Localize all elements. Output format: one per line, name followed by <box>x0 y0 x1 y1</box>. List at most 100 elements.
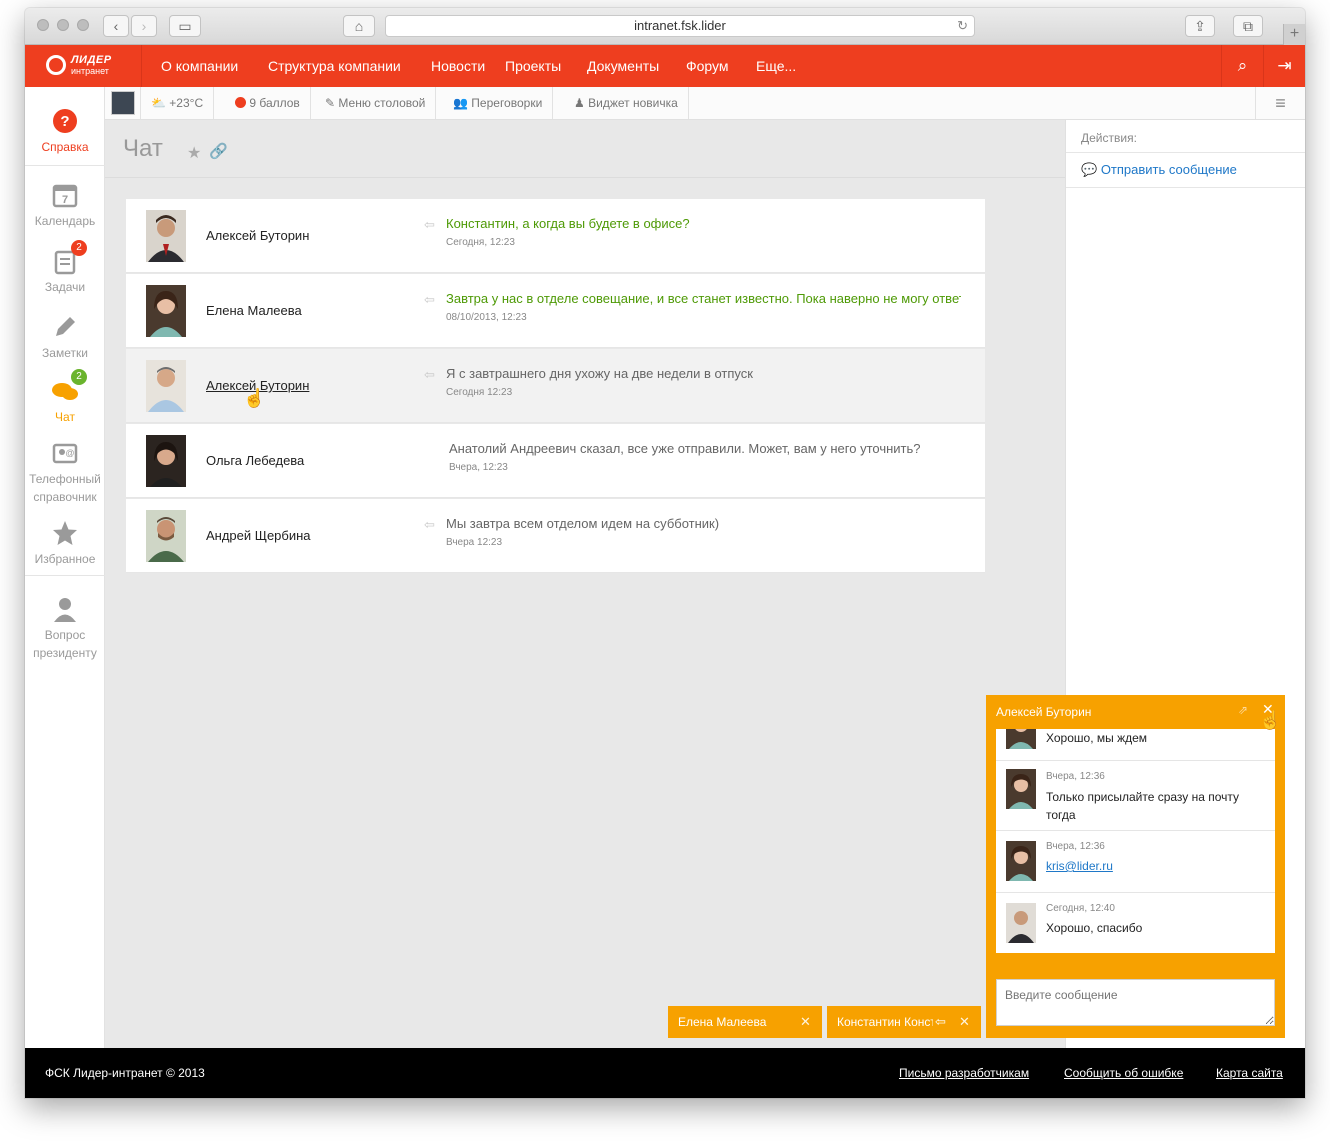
sidebar-item-label: Календарь <box>34 214 96 228</box>
star-icon <box>51 519 79 547</box>
window-minimize-dot[interactable] <box>57 19 69 31</box>
avatar <box>1006 769 1036 809</box>
home-icon[interactable]: ⌂ <box>343 15 375 37</box>
points-widget[interactable]: 9 баллов <box>225 87 311 119</box>
chat-row[interactable]: Андрей Щербина ⇦ Мы завтра всем отделом … <box>126 499 985 573</box>
close-icon[interactable]: ✕ <box>959 1006 970 1038</box>
send-message-link[interactable]: 💬 Отправить сообщение <box>1081 162 1237 178</box>
chat-row[interactable]: Алексей Буторин ⇦ Константин, а когда вы… <box>126 199 985 273</box>
sidebar-item-favorites[interactable]: Избранное <box>25 519 105 568</box>
nav-item-projects[interactable]: Проекты <box>505 58 561 74</box>
window-zoom-dot[interactable] <box>77 19 89 31</box>
page-title: Чат <box>123 135 163 162</box>
calendar-icon: 7 <box>51 181 79 209</box>
nav-item-structure[interactable]: Структура компании <box>268 58 401 74</box>
chat-message: Вчера, 12:36 kris@lider.ru <box>996 831 1275 893</box>
sidebar-item-label: Задачи <box>44 280 86 294</box>
popout-icon[interactable]: ⇗ <box>1238 703 1248 717</box>
user-avatar-widget[interactable] <box>105 87 141 119</box>
sidebar-item-label: Справка <box>41 140 89 154</box>
contact-name[interactable]: Ольга Лебедева <box>206 453 304 468</box>
message-preview: Константин, а когда вы будете в офисе? <box>446 216 690 231</box>
president-icon <box>51 595 79 623</box>
forward-icon[interactable]: › <box>131 15 157 37</box>
newbie-widget[interactable]: ♟ Виджет новичка <box>564 87 689 119</box>
sidebar-item-tasks[interactable]: 2 Задачи <box>25 240 105 296</box>
sidebar-item-help[interactable]: ? Справка <box>25 107 105 156</box>
canteen-menu-widget[interactable]: ✎ Меню столовой <box>315 87 437 119</box>
tasks-count-badge: 2 <box>71 240 87 256</box>
sidebar-item-notes[interactable]: Заметки <box>25 313 105 362</box>
contact-name[interactable]: Андрей Щербина <box>206 528 311 543</box>
footer-link-report-bug[interactable]: Сообщить об ошибке <box>1064 1066 1183 1080</box>
chat-row[interactable]: Ольга Лебедева Анатолий Андреевич сказал… <box>126 424 985 498</box>
menu-hamburger-icon[interactable]: ≡ <box>1255 87 1305 119</box>
sidebar-item-label: Избранное <box>34 552 96 566</box>
contact-name[interactable]: Алексей Буторин <box>206 228 309 243</box>
share-icon[interactable]: ⇪ <box>1185 15 1215 37</box>
message-time: Сегодня, 12:23 <box>446 237 515 248</box>
reply-arrow-icon: ⇦ <box>424 367 435 382</box>
nav-item-news[interactable]: Новости <box>431 58 485 74</box>
divider <box>25 165 105 166</box>
chat-messages: Хорошо, мы ждем Вчера, 12:36 Только прис… <box>996 729 1275 953</box>
sidebar-item-calendar[interactable]: 7 Календарь <box>25 181 105 230</box>
send-message-label: Отправить сообщение <box>1100 162 1237 177</box>
footer-link-developers[interactable]: Письмо разработчикам <box>899 1066 1029 1080</box>
logo-mark-icon <box>46 55 66 75</box>
svg-text:?: ? <box>60 113 69 130</box>
chat-message: Хорошо, мы ждем <box>996 729 1275 761</box>
chat-window: Алексей Буторин ⇗ ✕ Хорошо, мы ждем Вчер… <box>986 695 1285 1038</box>
contact-name[interactable]: Елена Малеева <box>206 303 302 318</box>
chat-tab[interactable]: Константин Константинович ⇦ ✕ <box>827 1006 981 1038</box>
chat-row[interactable]: Елена Малеева ⇦ Завтра у нас в отделе со… <box>126 274 985 348</box>
nav-item-more[interactable]: Еще... <box>756 58 796 74</box>
weather-widget[interactable]: ⛅ +23°C <box>141 87 215 119</box>
chat-row[interactable]: Алексей Буторин ⇦ Я с завтрашнего дня ух… <box>126 349 985 423</box>
back-icon[interactable]: ‹ <box>103 15 129 37</box>
nav-item-documents[interactable]: Документы <box>587 58 659 74</box>
sidebar-item-label: Чат <box>55 410 75 424</box>
chat-message: Вчера, 12:36 Только присылайте сразу на … <box>996 761 1275 831</box>
message-input[interactable] <box>996 979 1275 1026</box>
reload-icon[interactable]: ↻ <box>957 16 968 36</box>
chat-tab[interactable]: Елена Малеева ✕ <box>668 1006 822 1038</box>
new-tab-icon[interactable]: + <box>1283 24 1305 45</box>
avatar <box>111 91 135 115</box>
pointer-cursor-icon: ☝ <box>1259 710 1282 730</box>
logout-icon[interactable]: ⇥ <box>1263 45 1305 87</box>
reply-arrow-icon[interactable]: ⇦ <box>935 1006 946 1038</box>
close-icon[interactable]: ✕ <box>800 1006 811 1038</box>
browser-chrome: ‹ › ▭ ⌂ intranet.fsk.lider ↻ ⇪ ⧉ + <box>25 8 1305 45</box>
link-icon[interactable]: 🔗 <box>209 142 228 160</box>
meeting-rooms-widget[interactable]: 👥 Переговорки <box>443 87 554 119</box>
message-time: Сегодня 12:23 <box>446 387 513 398</box>
message-time: Вчера, 12:36 <box>1046 771 1105 782</box>
pointer-cursor-icon: ☝ <box>243 388 266 408</box>
tabs-overview-icon[interactable]: ⧉ <box>1233 15 1263 37</box>
sidebar-item-president[interactable]: Вопрос президенту <box>25 595 105 662</box>
address-bar[interactable]: intranet.fsk.lider ↻ <box>385 15 975 37</box>
favorite-star-icon[interactable]: ★ <box>187 143 201 163</box>
top-navigation: ЛИДЕР интранет О компании Структура комп… <box>25 45 1305 87</box>
page-header: Чат ★ 🔗 <box>105 120 1065 178</box>
copyright: ФСК Лидер-интранет © 2013 <box>45 1066 205 1080</box>
message-time: Вчера, 12:36 <box>1046 841 1105 852</box>
nav-item-forum[interactable]: Форум <box>686 58 729 74</box>
sidebar-item-phonebook[interactable]: @ Телефонный справочник <box>25 439 105 506</box>
nav-item-company[interactable]: О компании <box>161 58 238 74</box>
chat-window-title: Алексей Буторин <box>996 705 1092 719</box>
sidebar-toggle-icon[interactable]: ▭ <box>169 15 201 37</box>
sidebar-item-chat[interactable]: 2 Чат <box>25 369 105 426</box>
newbie-label: Виджет новичка <box>588 96 678 110</box>
actions-header: Действия: <box>1081 131 1137 145</box>
window-close-dot[interactable] <box>37 19 49 31</box>
sidebar-item-label-line1: Вопрос <box>44 628 86 642</box>
avatar <box>1006 729 1036 749</box>
email-link[interactable]: kris@lider.ru <box>1046 859 1113 873</box>
logo[interactable]: ЛИДЕР интранет <box>25 45 142 87</box>
message-time: Вчера, 12:23 <box>449 462 508 473</box>
search-icon[interactable]: ⌕ <box>1221 45 1263 87</box>
chat-message: Сегодня, 12:40 Хорошо, спасибо <box>996 893 1275 953</box>
footer-link-sitemap[interactable]: Карта сайта <box>1216 1066 1283 1080</box>
